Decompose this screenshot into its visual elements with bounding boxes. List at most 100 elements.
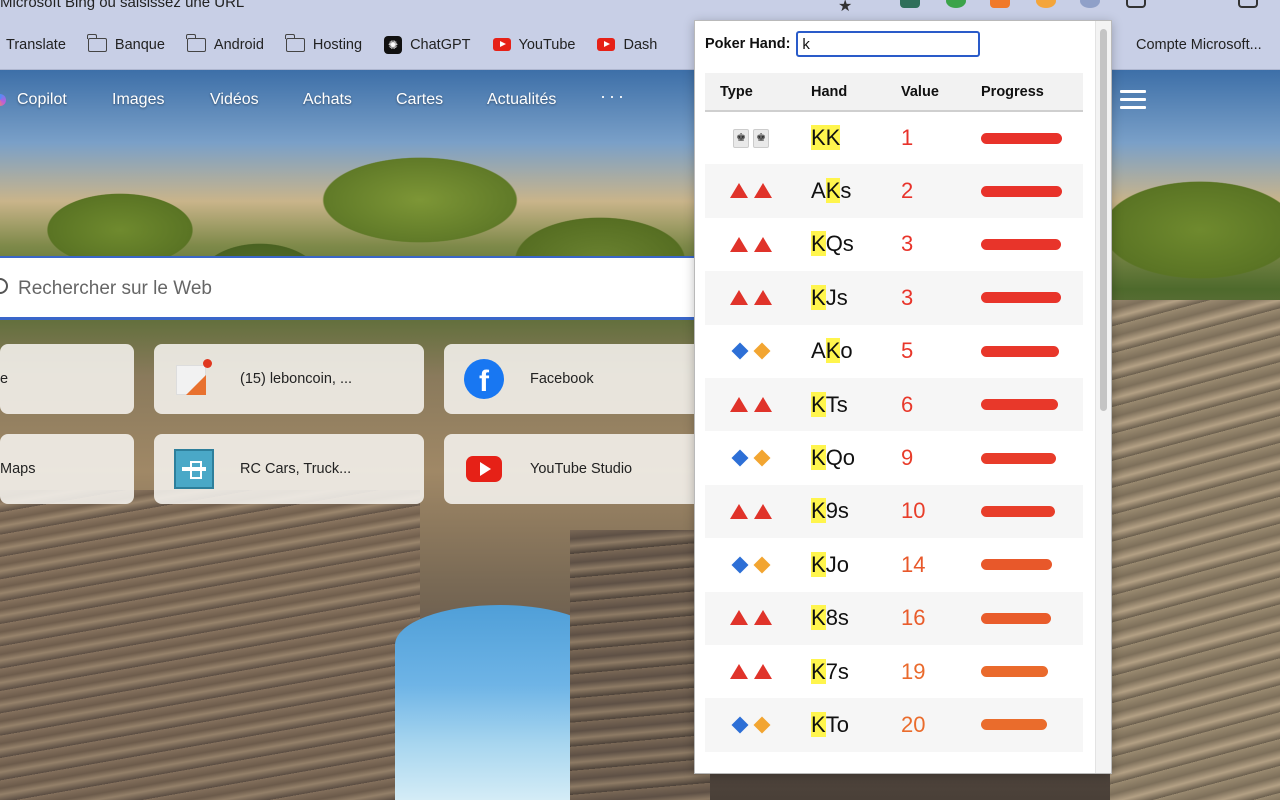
extension-icon-3[interactable] — [1036, 0, 1056, 8]
hand-value-cell: 1 — [901, 125, 914, 151]
bookmark-translate[interactable]: Translate — [6, 37, 66, 53]
offsuit-blue-diamond-icon — [731, 342, 749, 360]
progress-bar — [981, 559, 1052, 571]
nav-images[interactable]: Images — [112, 91, 164, 109]
hand-highlight: K — [811, 391, 826, 417]
quick-link-tile[interactable]: e — [0, 344, 134, 414]
hand-type-cell — [705, 271, 811, 325]
hand-progress-cell — [981, 218, 1083, 271]
suited-icon — [730, 236, 748, 252]
bookmark-compte-microsoft[interactable]: Compte Microsoft... — [1112, 37, 1262, 53]
bookmark-youtube[interactable]: YouTube — [492, 37, 575, 53]
address-bar-text[interactable]: Microsoft Bing ou saisissez une URL — [0, 0, 244, 11]
popup-scrollbar[interactable] — [1095, 21, 1111, 773]
hand-value-cell: 3 — [901, 271, 981, 325]
hand-value-cell: 19 — [901, 658, 926, 684]
download-icon[interactable] — [1238, 0, 1258, 8]
hand-progress-cell — [981, 377, 1083, 432]
hand-text: 9s — [825, 498, 849, 524]
bing-search-input[interactable] — [18, 272, 618, 306]
column-header-progress[interactable]: Progress — [981, 73, 1083, 112]
nav-more-button[interactable]: ··· — [600, 86, 627, 107]
copilot-icon — [0, 94, 6, 106]
nav-achats[interactable]: Achats — [303, 91, 352, 109]
column-header-value[interactable]: Value — [901, 73, 981, 112]
bookmark-dash[interactable]: Dash — [597, 37, 657, 53]
hand-value-cell: 16 — [901, 591, 981, 645]
hand-type-cell — [705, 698, 811, 752]
quick-link-rc-cars[interactable]: RC Cars, Truck... — [154, 434, 424, 504]
hand-text: Jo — [825, 551, 849, 577]
progress-bar — [981, 399, 1058, 411]
poker-hand-input[interactable] — [796, 31, 981, 57]
table-row[interactable]: KJs 3 — [705, 271, 1083, 325]
hand-progress-cell — [981, 325, 1083, 378]
column-header-hand[interactable]: Hand — [811, 73, 901, 112]
profile-icon[interactable] — [1126, 0, 1146, 8]
quick-link-youtube-studio[interactable]: YouTube Studio — [444, 434, 704, 504]
bookmark-folder-banque[interactable]: Banque — [87, 33, 165, 53]
nav-actualites[interactable]: Actualités — [487, 91, 556, 109]
table-row[interactable]: KQo 9 — [705, 431, 1083, 484]
table-row[interactable]: K8s 16 — [705, 591, 1083, 645]
hand-type-cell: ♚ ♚ — [705, 111, 811, 164]
table-row[interactable]: KTo 20 — [705, 698, 1083, 752]
scrollbar-thumb[interactable] — [1100, 29, 1107, 411]
quick-link-leboncoin[interactable]: (15) leboncoin, ... — [154, 344, 424, 414]
extension-icon-1[interactable] — [900, 0, 920, 8]
folder-icon — [186, 33, 206, 52]
address-bar[interactable]: Microsoft Bing ou saisissez une URL ★ — [0, 0, 1280, 20]
hand-highlight: K — [825, 338, 841, 364]
table-row[interactable]: K9s 10 — [705, 484, 1083, 539]
table-row[interactable]: KJo 14 — [705, 538, 1083, 591]
youtube-icon — [492, 38, 511, 51]
poker-search-row: Poker Hand: — [705, 31, 981, 57]
hand-value-cell: 6 — [901, 377, 981, 432]
bookmark-folder-hosting[interactable]: Hosting — [285, 33, 362, 53]
poker-hand-popup: Poker Hand: Type Hand Value Progress ♚♚K… — [694, 20, 1112, 774]
suited-icon — [730, 290, 748, 306]
hand-progress-cell — [981, 698, 1083, 752]
quick-link-maps[interactable]: Maps — [0, 434, 134, 504]
hand-progress-cell — [981, 271, 1083, 325]
hand-value-cell: 2 — [901, 164, 981, 218]
hand-text: To — [825, 711, 849, 737]
table-row[interactable]: KTs 6 — [705, 377, 1083, 432]
hamburger-menu-icon[interactable] — [1120, 90, 1146, 110]
hand-text: o — [840, 338, 853, 364]
hand-value-cell: 3 — [901, 231, 914, 257]
extension-icon-2[interactable] — [946, 0, 966, 8]
hand-progress-cell — [981, 111, 1083, 164]
brave-icon[interactable] — [990, 0, 1010, 8]
table-row[interactable]: AKs 2 — [705, 164, 1083, 218]
hand-cell: K7s — [811, 645, 901, 698]
hand-cell: KK — [811, 111, 901, 164]
hand-highlight: K — [811, 658, 826, 684]
nav-cartes[interactable]: Cartes — [396, 91, 443, 109]
hand-cell: KQs — [811, 218, 901, 271]
table-row[interactable]: ♚ ♚ KK 1 — [705, 111, 1083, 164]
nav-copilot[interactable]: Copilot — [17, 91, 67, 109]
bing-search-box — [0, 256, 700, 320]
tile-label: RC Cars, Truck... — [240, 461, 352, 477]
bookmark-folder-android[interactable]: Android — [186, 33, 264, 53]
table-row[interactable]: KQs 3 — [705, 218, 1083, 271]
hand-value-cell: 9 — [901, 445, 914, 471]
hand-highlight: K — [811, 498, 826, 524]
bookmark-label: Android — [213, 36, 264, 53]
bookmark-chatgpt[interactable]: ✺ ChatGPT — [384, 35, 471, 54]
table-row[interactable]: K7s 19 — [705, 645, 1083, 698]
bookmark-star-icon[interactable]: ★ — [838, 0, 852, 16]
tile-label: Maps — [0, 461, 36, 477]
offsuit-orange-diamond-icon — [753, 449, 771, 467]
hand-type-cell — [705, 164, 811, 218]
hand-type-cell — [705, 645, 811, 698]
column-header-type[interactable]: Type — [705, 73, 811, 112]
table-row[interactable]: AKo 5 — [705, 325, 1083, 378]
quick-link-facebook[interactable]: f Facebook — [444, 344, 704, 414]
offsuit-orange-diamond-icon — [753, 556, 771, 574]
nav-videos[interactable]: Vidéos — [210, 91, 259, 109]
poker-extension-icon[interactable] — [1080, 0, 1100, 8]
offsuit-orange-diamond-icon — [753, 716, 771, 734]
suited-icon — [730, 663, 748, 679]
